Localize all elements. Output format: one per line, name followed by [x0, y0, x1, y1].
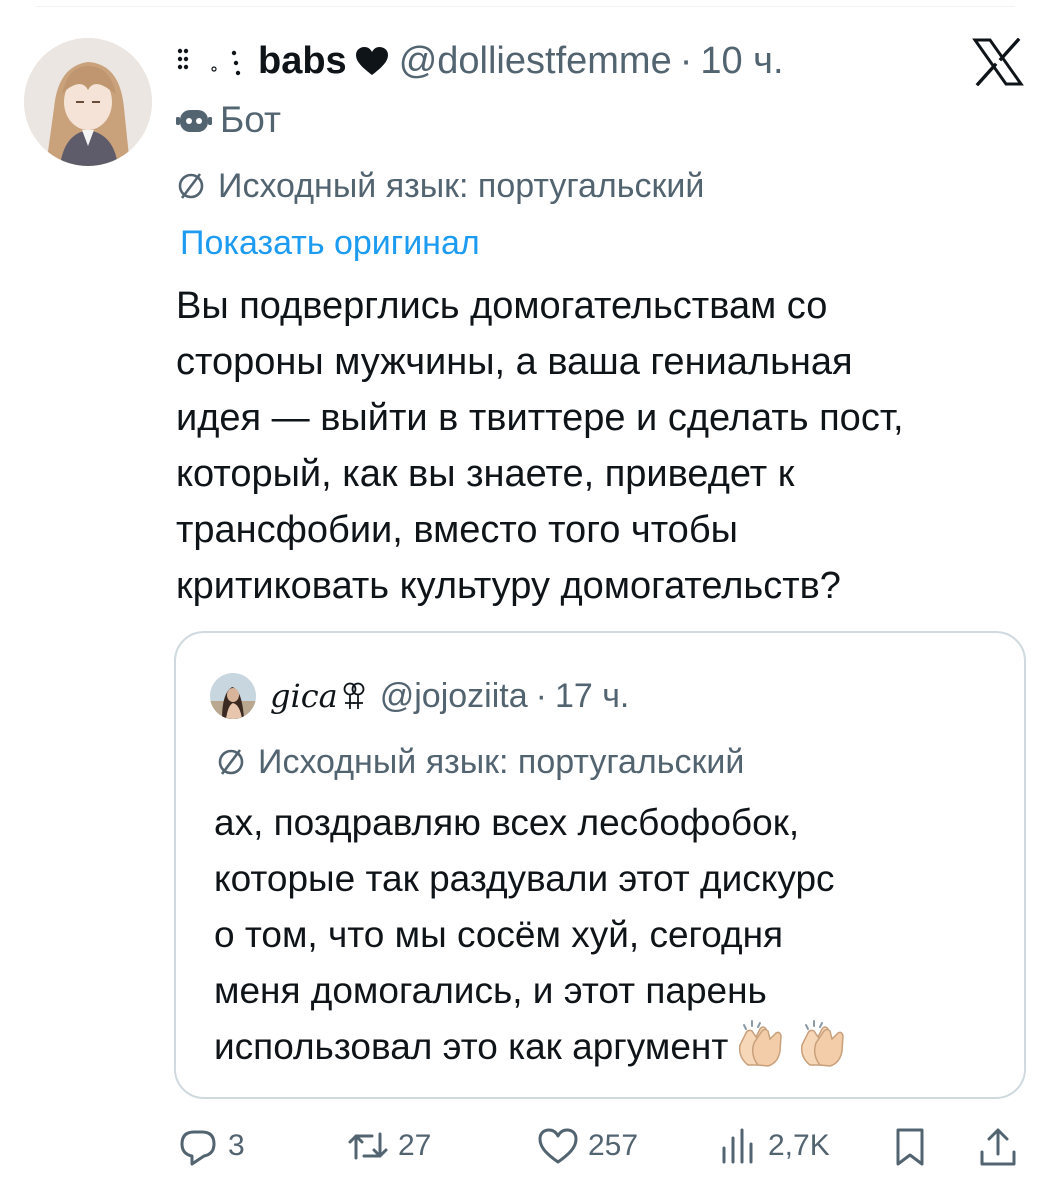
clapping-hands-icon [801, 1020, 845, 1067]
quote-translation-note-text: Исходный язык: португальский [258, 742, 745, 781]
like-count: 257 [588, 1129, 639, 1162]
show-original-link[interactable]: Показать оригинал [180, 220, 480, 266]
separator: · [679, 39, 693, 82]
timestamp[interactable]: 10 ч. [700, 40, 783, 83]
tweet-text: Вы подверглись домогательствам со сторон… [176, 285, 904, 607]
views-count: 2,7K [768, 1129, 830, 1162]
like-icon [538, 1128, 578, 1164]
author-avatar[interactable] [24, 38, 152, 166]
reply-icon [180, 1130, 216, 1166]
retweet-count: 27 [398, 1129, 432, 1162]
dots-icon [177, 48, 241, 76]
quote-header: gica @jojoziita · 17 ч. [210, 673, 629, 719]
quote-author-avatar[interactable] [210, 673, 256, 719]
heart-icon [355, 47, 388, 75]
author-display-name[interactable]: babs [258, 40, 347, 83]
quote-text-block: ах, поздравляю всех лесбофобок, которые … [214, 795, 1014, 1075]
like-button[interactable]: 257 [536, 1118, 638, 1174]
tweet-header: babs @dolliestfemme · 10 ч. [176, 36, 784, 86]
quote-author-handle[interactable]: @jojoziita [380, 677, 528, 716]
clapping-hands-icon [739, 1020, 783, 1067]
tweet-action-bar: 3 27 257 2,7K [176, 1118, 1026, 1174]
bookmark-button[interactable] [888, 1118, 940, 1174]
retweet-icon [348, 1132, 388, 1160]
quote-tweet-card[interactable]: gica @jojoziita · 17 ч. Исходный язык: п… [174, 631, 1026, 1099]
robot-icon [176, 110, 212, 132]
views-button[interactable]: 2,7K [716, 1118, 830, 1174]
bot-label-text: Бот [220, 99, 281, 140]
x-logo-icon[interactable] [972, 38, 1024, 86]
bookmark-icon [896, 1128, 924, 1166]
reply-count: 3 [228, 1129, 245, 1162]
share-button[interactable] [976, 1118, 1028, 1174]
top-divider [36, 6, 1015, 7]
quote-translation-note: Исходный язык: португальский [216, 739, 744, 785]
quote-timestamp[interactable]: 17 ч. [555, 677, 629, 716]
retweet-button[interactable]: 27 [346, 1118, 431, 1174]
translation-note-text: Исходный язык: португальский [218, 166, 705, 205]
author-handle[interactable]: @dolliestfemme [399, 40, 672, 83]
views-icon [722, 1128, 753, 1164]
quote-author-display-name[interactable]: gica [270, 677, 338, 715]
quote-separator: · [535, 676, 547, 715]
translate-icon [178, 173, 204, 199]
share-icon [980, 1128, 1016, 1166]
translate-icon [218, 749, 244, 775]
translation-note: Исходный язык: португальский [176, 163, 704, 209]
double-venus-icon [343, 682, 365, 709]
reply-button[interactable]: 3 [176, 1118, 245, 1174]
bot-label: Бот [176, 96, 281, 144]
